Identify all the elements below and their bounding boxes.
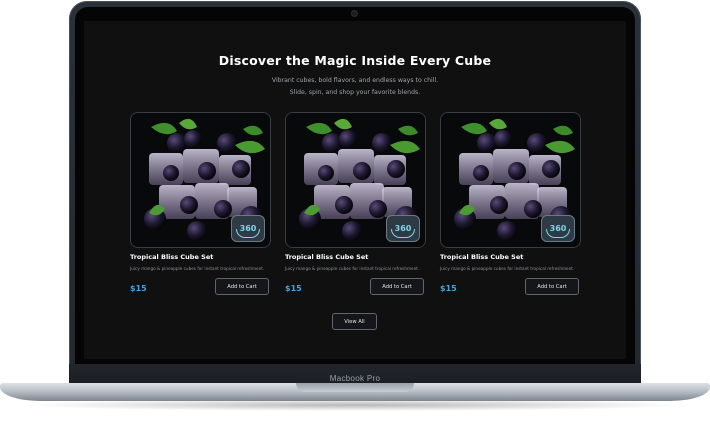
- product-card: 360 Tropical Bliss Cube Set Juicy mango …: [440, 112, 581, 299]
- rotate-360-icon[interactable]: 360: [541, 215, 575, 242]
- add-to-cart-button[interactable]: Add to Cart: [370, 278, 424, 295]
- hero-title: Discover the Magic Inside Every Cube: [218, 53, 492, 68]
- product-description: Juicy mango & pineapple cubes for instan…: [285, 266, 420, 271]
- product-card: 360 Tropical Bliss Cube Set Juicy mango …: [285, 112, 426, 299]
- product-title: Tropical Bliss Cube Set: [285, 253, 369, 261]
- product-description: Juicy mango & pineapple cubes for instan…: [130, 266, 265, 271]
- product-image[interactable]: 360: [285, 112, 426, 248]
- product-description: Juicy mango & pineapple cubes for instan…: [440, 266, 575, 271]
- rotate-360-icon[interactable]: 360: [386, 215, 420, 242]
- product-title: Tropical Bliss Cube Set: [130, 253, 214, 261]
- rotate-360-icon[interactable]: 360: [231, 215, 265, 242]
- hero-subtitle-line-1: Vibrant cubes, bold flavors, and endless…: [271, 77, 439, 84]
- product-image[interactable]: 360: [130, 112, 271, 248]
- rotate-ring-icon: [236, 229, 260, 238]
- camera-icon: [352, 11, 357, 16]
- product-price: $15: [285, 284, 302, 293]
- product-price: $15: [440, 284, 457, 293]
- product-image[interactable]: 360: [440, 112, 581, 248]
- hero-subtitle-line-2: Slide, spin, and shop your favorite blen…: [289, 89, 421, 96]
- product-title: Tropical Bliss Cube Set: [440, 253, 524, 261]
- rotate-ring-icon: [391, 229, 415, 238]
- device-label: Macbook Pro: [329, 374, 381, 383]
- add-to-cart-button[interactable]: Add to Cart: [525, 278, 579, 295]
- laptop-screen: Discover the Magic Inside Every Cube Vib…: [84, 21, 626, 359]
- product-card: 360 Tropical Bliss Cube Set Juicy mango …: [130, 112, 271, 299]
- laptop-base-notch: [296, 383, 414, 392]
- product-price: $15: [130, 284, 147, 293]
- view-all-button[interactable]: View All: [332, 313, 377, 330]
- rotate-ring-icon: [546, 229, 570, 238]
- add-to-cart-button[interactable]: Add to Cart: [215, 278, 269, 295]
